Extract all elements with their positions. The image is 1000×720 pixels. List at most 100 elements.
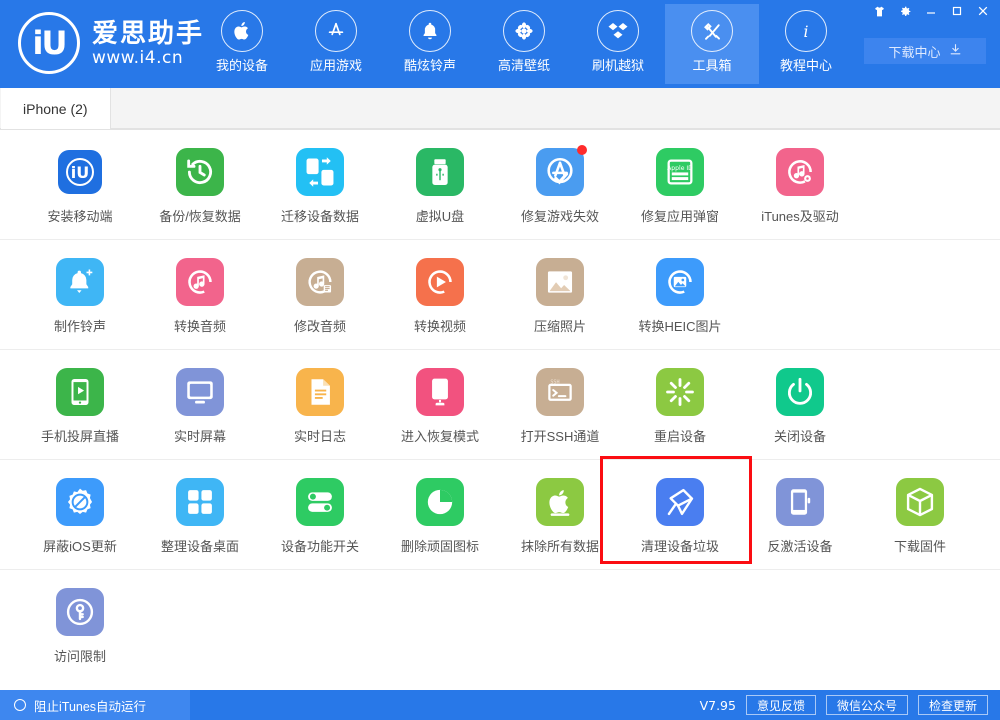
tool-virtual-udisk[interactable]: 虚拟U盘 [380,130,500,239]
tool-block-ios-update[interactable]: 屏蔽iOS更新 [20,460,140,569]
backup-restore-icon [176,148,224,196]
nav-item-apps-games[interactable]: 应用游戏 [289,4,383,84]
tool-download-firmware[interactable]: 下载固件 [860,460,980,569]
tool-enter-recovery-mode[interactable]: 进入恢复模式 [380,350,500,459]
feature-toggle-icon [296,478,344,526]
minimize-icon[interactable] [918,0,944,22]
nav-item-my-device[interactable]: 我的设备 [195,4,289,84]
erase-all-data-icon [536,478,584,526]
nav-item-tutorials[interactable]: i 教程中心 [759,4,853,84]
tool-row: 手机投屏直播 实时屏幕 [0,350,1000,460]
tool-label: iTunes及驱动 [761,206,839,225]
tool-realtime-log[interactable]: 实时日志 [260,350,380,459]
tool-label: 访问限制 [54,646,106,665]
tool-backup-restore[interactable]: 备份/恢复数据 [140,130,260,239]
app-logo[interactable]: iU 爱思助手 www.i4.cn [18,12,204,74]
nav-item-toolbox[interactable]: 工具箱 [665,4,759,84]
tool-label: 安装移动端 [47,206,112,225]
tabbar-strip [0,88,1000,129]
tool-shutdown-device[interactable]: 关闭设备 [740,350,860,459]
wechat-official-button[interactable]: 微信公众号 [826,695,908,715]
tool-label: 修复应用弹窗 [641,206,719,225]
tool-label: 清理设备垃圾 [641,536,719,555]
toolbox-content: iU 安装移动端 备份/恢复数据 [0,130,1000,690]
tool-label: 虚拟U盘 [416,206,464,225]
realtime-log-icon [296,368,344,416]
tool-label: 删除顽固图标 [401,536,479,555]
tool-migrate-device-data[interactable]: 迁移设备数据 [260,130,380,239]
nav-label: 我的设备 [216,58,268,74]
tool-erase-all-data[interactable]: 抹除所有数据 [500,460,620,569]
tool-row: iU 安装移动端 备份/恢复数据 [0,130,1000,240]
nav-label: 教程中心 [780,58,832,74]
feedback-button[interactable]: 意见反馈 [746,695,816,715]
device-tabbar: iPhone (2) [0,88,1000,130]
tool-delete-stubborn-icons[interactable]: 删除顽固图标 [380,460,500,569]
tool-row: 屏蔽iOS更新 整理设备桌面 [0,460,1000,570]
shutdown-device-icon [776,368,824,416]
access-restrict-icon [56,588,104,636]
tool-label: 重启设备 [654,426,706,445]
nav-item-wallpapers[interactable]: 高清壁纸 [477,4,571,84]
download-center-button[interactable]: 下载中心 [864,38,986,64]
recovery-mode-icon [416,368,464,416]
tool-screen-cast-live[interactable]: 手机投屏直播 [20,350,140,459]
maximize-icon[interactable] [944,0,970,22]
tool-edit-audio[interactable]: 修改音频 [260,240,380,349]
svg-text:iU: iU [71,163,89,182]
skin-icon[interactable] [866,0,892,22]
ssh-tunnel-icon: SSH [536,368,584,416]
migrate-data-icon [296,148,344,196]
nav-item-ringtones[interactable]: 酷炫铃声 [383,4,477,84]
tool-organize-desktop[interactable]: 整理设备桌面 [140,460,260,569]
i4tools-window: iU 爱思助手 www.i4.cn 我的设备 应用游戏 [0,0,1000,720]
tool-label: 抹除所有数据 [521,536,599,555]
tool-realtime-screen[interactable]: 实时屏幕 [140,350,260,459]
tool-reboot-device[interactable]: 重启设备 [620,350,740,459]
tab-iphone[interactable]: iPhone (2) [1,88,111,129]
make-ringtone-icon [56,258,104,306]
tool-device-feature-toggle[interactable]: 设备功能开关 [260,460,380,569]
download-icon [949,43,962,59]
tool-label: 手机投屏直播 [41,426,119,445]
usb-drive-icon [416,148,464,196]
tool-label: 转换视频 [414,316,466,335]
tool-label: 下载固件 [894,536,946,555]
settings-icon[interactable] [892,0,918,22]
app-header: iU 爱思助手 www.i4.cn 我的设备 应用游戏 [0,0,1000,88]
appstore-icon [315,10,357,52]
logo-title: 爱思助手 [92,18,204,48]
tool-open-ssh-tunnel[interactable]: SSH 打开SSH通道 [500,350,620,459]
block-itunes-label: 阻止iTunes自动运行 [34,696,146,715]
logo-mark-icon: iU [18,12,80,74]
tool-fix-game-failure[interactable]: 修复游戏失效 [500,130,620,239]
deactivate-device-icon [776,478,824,526]
tool-row: 制作铃声 转换音频 [0,240,1000,350]
tool-convert-heic[interactable]: 转换HEIC图片 [620,240,740,349]
tool-label: 转换音频 [174,316,226,335]
tool-fix-app-popup[interactable]: Apple ID 修复应用弹窗 [620,130,740,239]
tool-label: 转换HEIC图片 [638,316,721,335]
tool-clean-device-junk[interactable]: 清理设备垃圾 [620,460,740,569]
tool-make-ringtone[interactable]: 制作铃声 [20,240,140,349]
block-itunes-toggle[interactable]: 阻止iTunes自动运行 [0,690,190,720]
tool-install-mobile-client[interactable]: iU 安装移动端 [20,130,140,239]
tool-label: 打开SSH通道 [521,426,600,445]
download-firmware-icon [896,478,944,526]
logo-url: www.i4.cn [92,48,204,69]
tool-label: 设备功能开关 [281,536,359,555]
tool-row: 访问限制 [0,570,1000,679]
nav-item-flash-jailbreak[interactable]: 刷机越狱 [571,4,665,84]
tool-convert-audio[interactable]: 转换音频 [140,240,260,349]
tool-itunes-driver[interactable]: iTunes及驱动 [740,130,860,239]
close-icon[interactable] [970,0,996,22]
compress-photo-icon [536,258,584,306]
screen-cast-icon [56,368,104,416]
tool-compress-photo[interactable]: 压缩照片 [500,240,620,349]
tool-deactivate-device[interactable]: 反激活设备 [740,460,860,569]
tool-access-restrictions[interactable]: 访问限制 [20,570,140,679]
check-update-button[interactable]: 检查更新 [918,695,988,715]
itunes-driver-icon [776,148,824,196]
nav-label: 应用游戏 [310,58,362,74]
tool-convert-video[interactable]: 转换视频 [380,240,500,349]
